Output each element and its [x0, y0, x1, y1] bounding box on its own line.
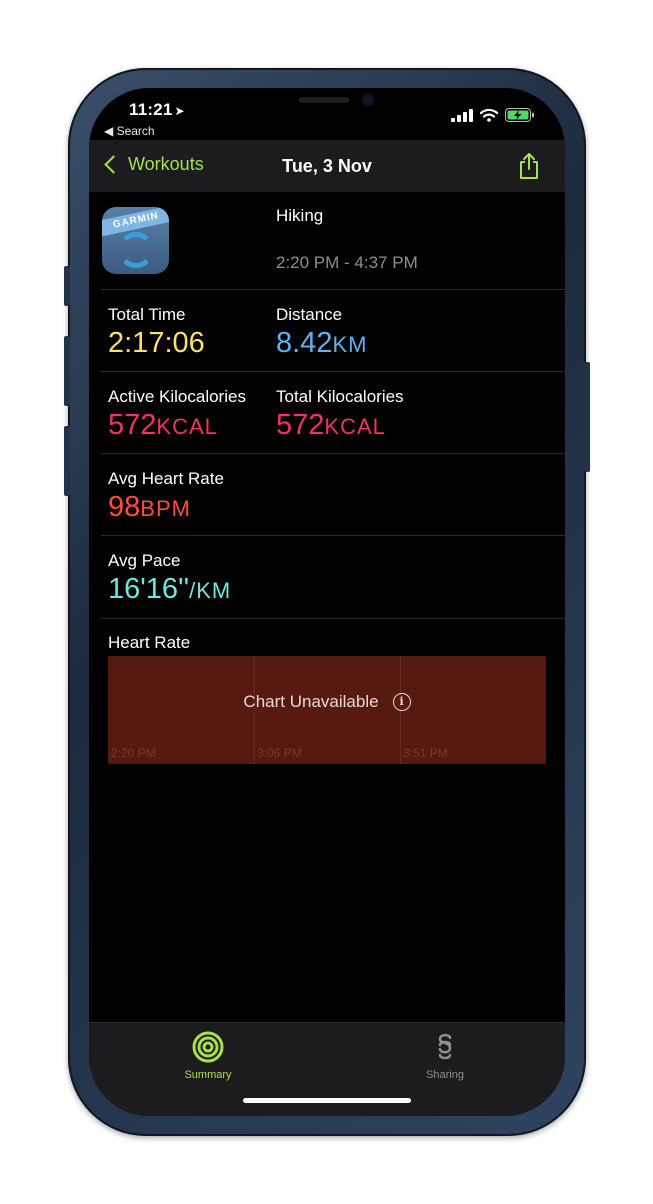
total-time-number: 2:17:06: [108, 327, 205, 359]
front-camera: [363, 95, 373, 105]
volume-up-button: [64, 336, 70, 406]
page-title: Tue, 3 Nov: [282, 156, 372, 176]
heart-rate-chart-title: Heart Rate: [108, 633, 191, 652]
avg-heart-rate-label: Avg Heart Rate: [108, 469, 224, 488]
activity-rings-icon: [192, 1031, 224, 1063]
workout-time-range: 2:20 PM - 4:37 PM: [276, 253, 418, 272]
power-button: [584, 362, 590, 472]
distance-label: Distance: [276, 305, 343, 324]
chart-tick-label: 3:51 PM: [403, 746, 448, 760]
chart-unavailable-message: Chart Unavailable i: [108, 692, 546, 712]
distance-value: 8.42KM: [276, 327, 367, 361]
total-kcal-unit: KCAL: [324, 414, 386, 439]
garmin-app-icon: GARMIN: [102, 207, 169, 274]
avg-pace-label: Avg Pace: [108, 551, 181, 570]
total-kcal-value: 572KCAL: [276, 409, 386, 443]
status-time: 11:21 ➤: [129, 100, 185, 120]
divider: [101, 289, 565, 290]
avg-pace-value: 16'16''/KM: [108, 573, 231, 607]
tab-summary[interactable]: Summary: [148, 1031, 268, 1081]
cellular-signal-icon: [451, 108, 473, 122]
tab-summary-label: Summary: [184, 1069, 232, 1081]
speaker: [299, 97, 349, 103]
tab-sharing[interactable]: Sharing: [385, 1031, 505, 1081]
activity-type: Hiking: [276, 206, 324, 225]
divider: [101, 535, 565, 536]
total-time-label: Total Time: [108, 305, 186, 324]
tab-sharing-label: Sharing: [426, 1069, 464, 1081]
screen: 11:21 ➤ ◀ Search Workouts Tue, 3 Nov GAR…: [89, 88, 565, 1116]
chart-tick-label: 3:06 PM: [257, 746, 302, 760]
mute-switch: [64, 266, 70, 306]
back-triangle-icon: ◀: [104, 124, 114, 138]
distance-number: 8.42: [276, 327, 333, 359]
active-kcal-value: 572KCAL: [108, 409, 218, 443]
sync-ring-icon: [118, 232, 154, 268]
status-back-label: Search: [116, 124, 155, 138]
total-kcal-number: 572: [276, 409, 325, 441]
total-kcal-label: Total Kilocalories: [276, 387, 404, 406]
chart-unavailable-text: Chart Unavailable: [243, 692, 379, 711]
status-time-text: 11:21: [129, 100, 173, 119]
sharing-icon: [438, 1033, 452, 1060]
home-indicator: [243, 1098, 411, 1103]
share-button[interactable]: [517, 152, 541, 185]
wifi-icon: [480, 108, 498, 122]
avg-heart-rate-value: 98BPM: [108, 491, 191, 525]
avg-pace-unit: /KM: [189, 578, 232, 603]
active-kcal-number: 572: [108, 409, 157, 441]
chart-tick-label: 2:20 PM: [111, 746, 156, 760]
status-icons: [451, 108, 535, 122]
active-kcal-unit: KCAL: [156, 414, 218, 439]
volume-down-button: [64, 426, 70, 496]
total-time-value: 2:17:06: [108, 327, 205, 359]
heart-rate-chart: Chart Unavailable i 2:20 PM 3:06 PM 3:51…: [108, 656, 546, 764]
avg-pace-number: 16'16'': [108, 573, 190, 605]
avg-heart-rate-number: 98: [108, 491, 141, 523]
avg-heart-rate-unit: BPM: [140, 496, 191, 521]
share-icon: [520, 153, 538, 179]
divider: [101, 453, 565, 454]
distance-unit: KM: [332, 332, 368, 357]
navigation-bar: Workouts Tue, 3 Nov: [89, 140, 565, 192]
divider: [101, 371, 565, 372]
location-arrow-icon: ➤: [174, 104, 185, 118]
divider: [101, 618, 565, 619]
notch: [211, 88, 443, 123]
status-back-link[interactable]: ◀ Search: [104, 124, 155, 138]
battery-charging-icon: [505, 108, 534, 122]
info-icon[interactable]: i: [392, 693, 411, 711]
active-kcal-label: Active Kilocalories: [108, 387, 246, 406]
